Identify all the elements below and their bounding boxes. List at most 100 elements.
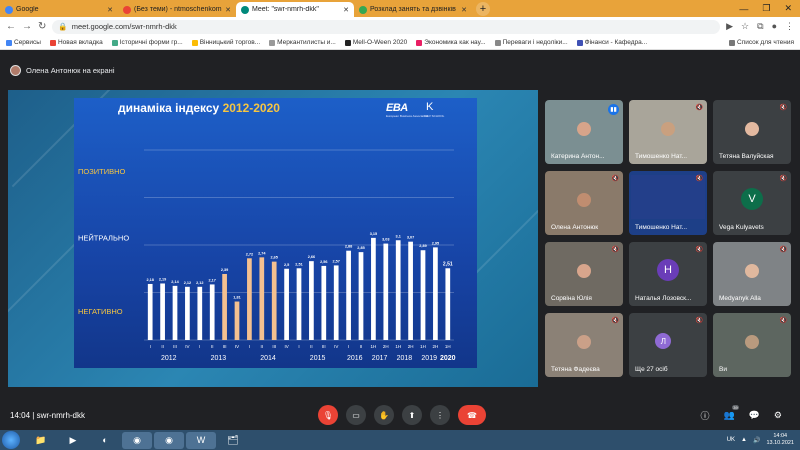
bookmark-item[interactable]: Сервисы [6, 39, 41, 46]
taskbar-folder-icon[interactable]: 🗂 [218, 432, 248, 449]
clock[interactable]: 14:04 13.10.2021 [766, 433, 794, 447]
year-label: 2013 [211, 355, 227, 362]
taskbar-app-icon[interactable]: ◐ [90, 432, 120, 449]
mic-off-icon: 🔇 [695, 318, 703, 324]
participant-tile[interactable]: 🔇 Тетяна Валуйская [713, 100, 791, 164]
tab-label: Meet: "swr-nmrh-dkk" [252, 6, 319, 13]
browser-tab-mail[interactable]: (Без теми) - ntmoschenkom@... ✕ [118, 2, 236, 17]
camera-permission-icon[interactable]: ▶ [726, 21, 733, 32]
participant-tile[interactable]: 🔇 Сорвіна Юлія [545, 242, 623, 306]
people-icon: 👥 [723, 409, 735, 420]
meet-window: Олена Антонюк на екрані динаміка індексу… [0, 50, 800, 430]
avatar: Л [655, 333, 672, 350]
bar [371, 237, 376, 340]
bar [197, 286, 203, 340]
close-tab-icon[interactable]: ✕ [225, 6, 231, 14]
participant-tile[interactable]: 🔇 Тимошенко Нат... [629, 171, 707, 235]
participant-tile[interactable]: Л 🔇 Ще 27 осіб [629, 313, 707, 377]
raise-hand-button[interactable]: ✋ [374, 405, 394, 425]
participant-tile[interactable]: 🔇 Ви [713, 313, 791, 377]
volume-icon[interactable]: 🔊 [753, 437, 760, 444]
taskbar-chrome-icon[interactable]: ◉ [122, 431, 152, 449]
address-bar[interactable]: 🔒 meet.google.com/swr-nmrh-dkk [52, 19, 721, 34]
close-tab-icon[interactable]: ✕ [343, 6, 349, 14]
participant-tile[interactable]: V 🔇 Vega Kulyavets [713, 171, 791, 235]
end-call-button[interactable]: ☎ [458, 405, 486, 425]
minimize-icon[interactable]: — [739, 4, 748, 14]
present-button[interactable]: ⬆ [402, 405, 422, 425]
bookmark-item[interactable]: Экономика как нау... [416, 39, 486, 46]
presenter-label: Олена Антонюк на екрані [26, 65, 115, 75]
bookmark-item[interactable]: Новая вкладка [49, 39, 103, 46]
reading-list-icon [729, 39, 735, 46]
bookmark-star-icon[interactable]: ☆ [741, 21, 749, 32]
meeting-code: swr-nmrh-dkk [36, 410, 86, 420]
bar [346, 250, 351, 340]
back-icon[interactable]: ← [6, 21, 16, 32]
participant-tile[interactable]: Н 🔇 Наталья Лозовск... [629, 242, 707, 306]
participant-tile[interactable]: 🔇 Тетяна Фадеєва [545, 313, 623, 377]
speaking-indicator-icon: ▮▮ [608, 104, 619, 115]
mic-toggle-button[interactable]: 🎙 [318, 405, 338, 425]
tick-label: IV [235, 344, 239, 349]
participant-photo [661, 121, 675, 136]
taskbar-media-icon[interactable]: ▶ [58, 432, 88, 449]
reload-icon[interactable]: ↻ [38, 21, 46, 32]
menu-icon[interactable]: ⋮ [785, 21, 794, 32]
bookmarks-bar: Сервисы Новая вкладка Історичні форми гр… [0, 36, 800, 50]
bookmark-item[interactable]: Фінанси - Кафедра... [576, 39, 647, 46]
present-icon: ⬆ [408, 410, 416, 420]
bookmark-item[interactable]: Mell-O-Ween 2020 [344, 39, 407, 46]
participant-tile[interactable]: 🔇 Medyanyk Alla [713, 242, 791, 306]
bookmark-item[interactable]: Вінницький торгов... [191, 39, 260, 46]
mic-off-icon: 🔇 [611, 318, 619, 324]
people-button[interactable]: 👥 39 [723, 404, 739, 421]
activities-icon[interactable]: ⚙ [774, 410, 782, 421]
info-icon[interactable]: ⓘ [700, 409, 709, 422]
more-options-button[interactable]: ⋮ [430, 405, 450, 425]
data-label: 2,95 [432, 241, 439, 245]
bookmark-item[interactable]: Історичні форми гр... [111, 39, 183, 46]
bookmark-item[interactable]: Меркантилисты и... [269, 39, 336, 46]
close-tab-icon[interactable]: ✕ [107, 6, 113, 14]
browser-tab-google[interactable]: Google ✕ [0, 2, 118, 17]
tick-label: IV [185, 344, 189, 349]
language-indicator[interactable]: UK [727, 437, 735, 443]
bar [420, 250, 426, 340]
new-tab-button[interactable]: + [476, 2, 490, 16]
taskbar-chrome-icon[interactable]: ◉ [154, 431, 184, 449]
maximize-icon[interactable]: ❐ [762, 3, 770, 14]
data-label: 2,12 [196, 281, 203, 285]
page-icon [494, 39, 501, 46]
taskbar-explorer-icon[interactable]: 📁 [26, 432, 56, 449]
participant-tile[interactable]: 🔇 Тимошенко Нат... [629, 100, 707, 164]
shared-screen[interactable]: динаміка індексу 2012-2020 EBA European … [8, 90, 538, 387]
camera-toggle-button[interactable]: ▭ [346, 405, 366, 425]
bar [333, 265, 339, 340]
bar [445, 268, 451, 340]
participant-tile[interactable]: 🔇 Олена Антонюк [545, 171, 623, 235]
close-window-icon[interactable]: ✕ [784, 3, 792, 14]
data-label: 2,72 [246, 252, 253, 256]
browser-tab-meet[interactable]: Meet: "swr-nmrh-dkk" ✕ [236, 2, 354, 17]
band-label: НЕЙТРАЛЬНО [78, 233, 129, 242]
clock-date: 13.10.2021 [766, 440, 794, 446]
participant-tile[interactable]: ▮▮ Катерина Антон... [545, 100, 623, 164]
bookmark-item[interactable]: Переваги і недоліки... [494, 39, 568, 46]
profile-icon[interactable]: ● [772, 21, 777, 32]
browser-tab-schedule[interactable]: Розклад занять та дзвінків | "Е... ✕ [354, 2, 472, 17]
extensions-icon[interactable]: ⧉ [757, 21, 763, 32]
taskbar-word-icon[interactable]: W [186, 431, 216, 449]
tick-label: I [298, 344, 299, 349]
meet-control-bar: 14:04 | swr-nmrh-dkk 🎙 ▭ ✋ ⬆ ⋮ ☎ ⓘ 👥 39 💬… [0, 400, 800, 430]
tick-label: IV [284, 344, 288, 349]
tick-label: III [272, 344, 276, 349]
forward-icon[interactable]: → [22, 21, 32, 32]
bar [309, 261, 314, 340]
reading-list[interactable]: Список для чтения [729, 39, 794, 46]
network-icon[interactable]: ▲ [741, 437, 747, 443]
close-tab-icon[interactable]: ✕ [461, 6, 467, 14]
chat-icon[interactable]: 💬 [749, 410, 760, 421]
data-label: 3,07 [407, 236, 414, 240]
start-button[interactable] [2, 431, 20, 449]
